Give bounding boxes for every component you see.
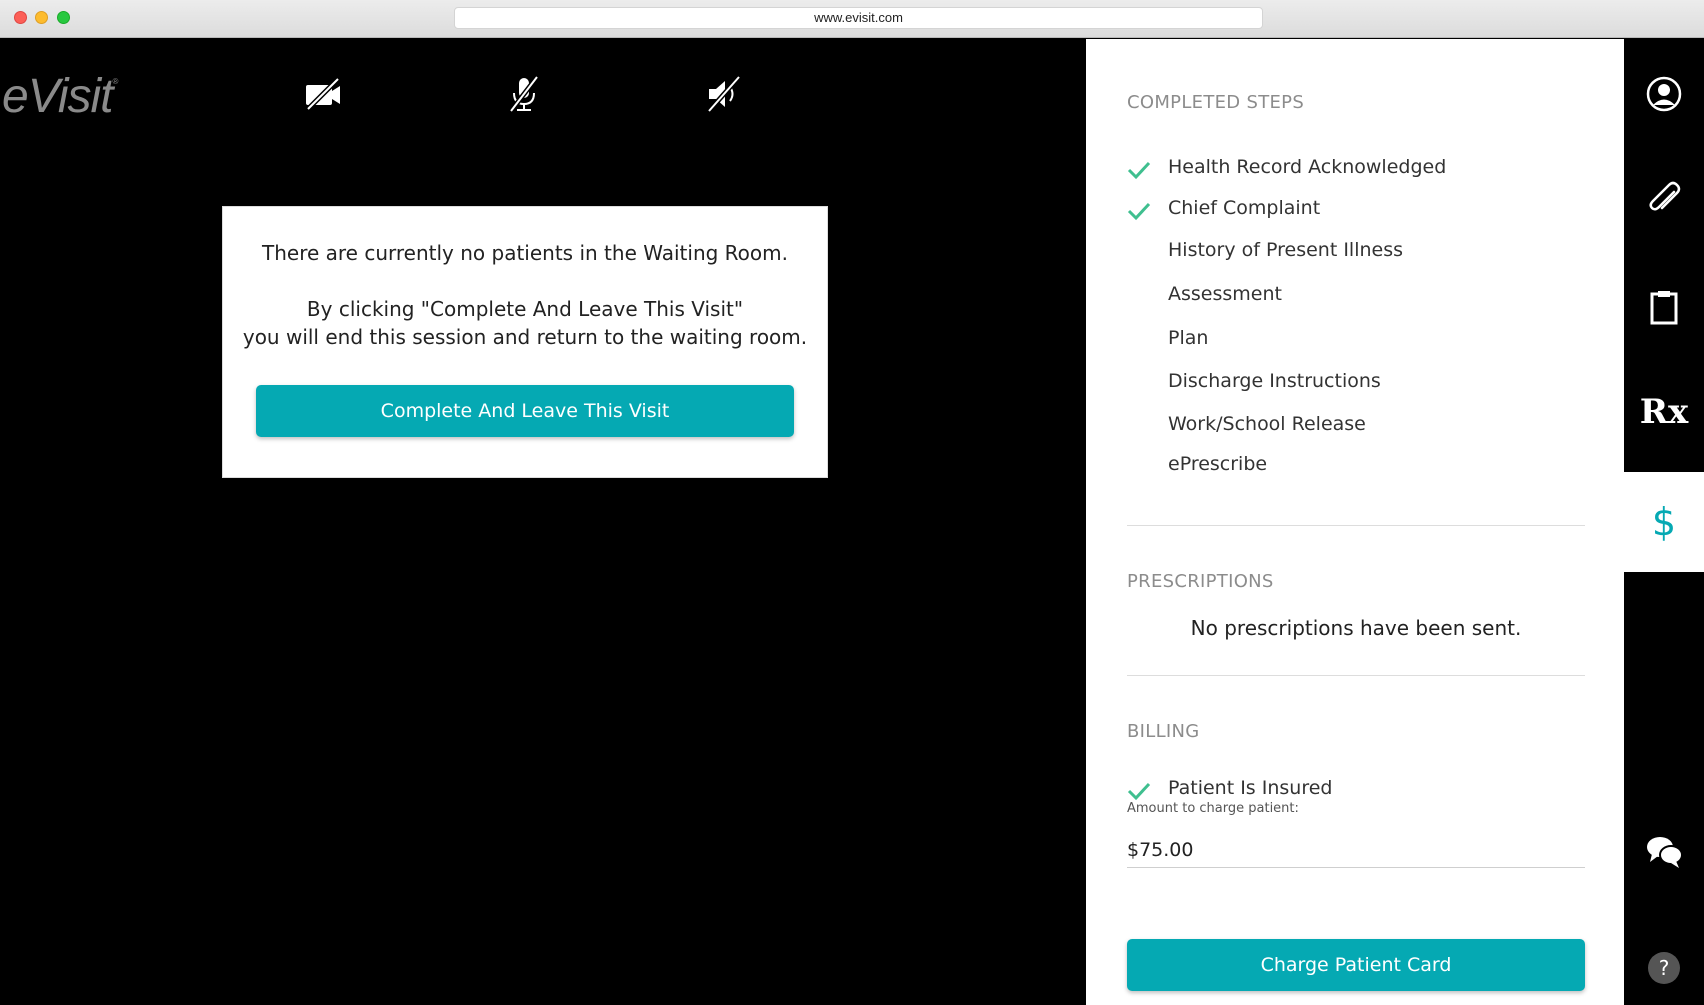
close-window-button[interactable]: [14, 11, 27, 24]
microphone-off-icon[interactable]: [503, 73, 545, 115]
instruction-text: By clicking "Complete And Leave This Vis…: [242, 297, 808, 349]
browser-toolbar: www.evisit.com: [0, 0, 1704, 38]
amount-label: Amount to charge patient:: [1127, 801, 1299, 816]
minimize-window-button[interactable]: [35, 11, 48, 24]
end-visit-dialog: There are currently no patients in the W…: [222, 206, 828, 478]
step-item[interactable]: Plan: [1168, 327, 1208, 349]
help-icon[interactable]: ?: [1624, 935, 1704, 1001]
divider: [1127, 675, 1585, 676]
insured-check-icon[interactable]: [1126, 781, 1152, 801]
attachment-icon[interactable]: [1624, 167, 1704, 233]
step-check-icon: [1127, 202, 1151, 221]
maximize-window-button[interactable]: [57, 11, 70, 24]
no-prescriptions-message: No prescriptions have been sent.: [1190, 616, 1522, 640]
completed-steps-title: COMPLETED STEPS: [1127, 92, 1305, 113]
prescriptions-title: PRESCRIPTIONS: [1127, 571, 1274, 592]
charge-patient-card-button[interactable]: Charge Patient Card: [1127, 939, 1585, 991]
url-bar[interactable]: www.evisit.com: [454, 7, 1263, 29]
complete-and-leave-button[interactable]: Complete And Leave This Visit: [256, 385, 794, 437]
step-item[interactable]: Work/School Release: [1168, 413, 1366, 435]
profile-icon[interactable]: [1624, 61, 1704, 127]
billing-icon[interactable]: $: [1624, 472, 1704, 572]
step-item[interactable]: Discharge Instructions: [1168, 370, 1381, 392]
step-item[interactable]: Health Record Acknowledged: [1168, 156, 1446, 178]
patient-insured-label: Patient Is Insured: [1168, 777, 1333, 799]
divider: [1127, 525, 1585, 526]
visit-side-panel: COMPLETED STEPS Health Record Acknowledg…: [1086, 39, 1624, 1005]
billing-title: BILLING: [1127, 721, 1200, 742]
rx-icon[interactable]: Rx: [1624, 379, 1704, 445]
speaker-off-icon[interactable]: [703, 73, 745, 115]
step-item[interactable]: Assessment: [1168, 283, 1282, 305]
step-item[interactable]: ePrescribe: [1168, 453, 1267, 475]
amount-input[interactable]: [1127, 832, 1585, 868]
right-rail: Rx $ ?: [1624, 39, 1704, 1005]
no-patients-message: There are currently no patients in the W…: [262, 241, 788, 265]
clipboard-icon[interactable]: [1624, 274, 1704, 340]
step-item[interactable]: History of Present Illness: [1168, 239, 1403, 261]
step-item[interactable]: Chief Complaint: [1168, 197, 1320, 219]
camera-off-icon[interactable]: [302, 73, 344, 115]
evisit-logo: eVisit®: [2, 70, 118, 123]
video-area: eVisit® There are currently no patients …: [0, 39, 1086, 1005]
step-check-icon: [1127, 161, 1151, 180]
chat-icon[interactable]: [1624, 818, 1704, 884]
